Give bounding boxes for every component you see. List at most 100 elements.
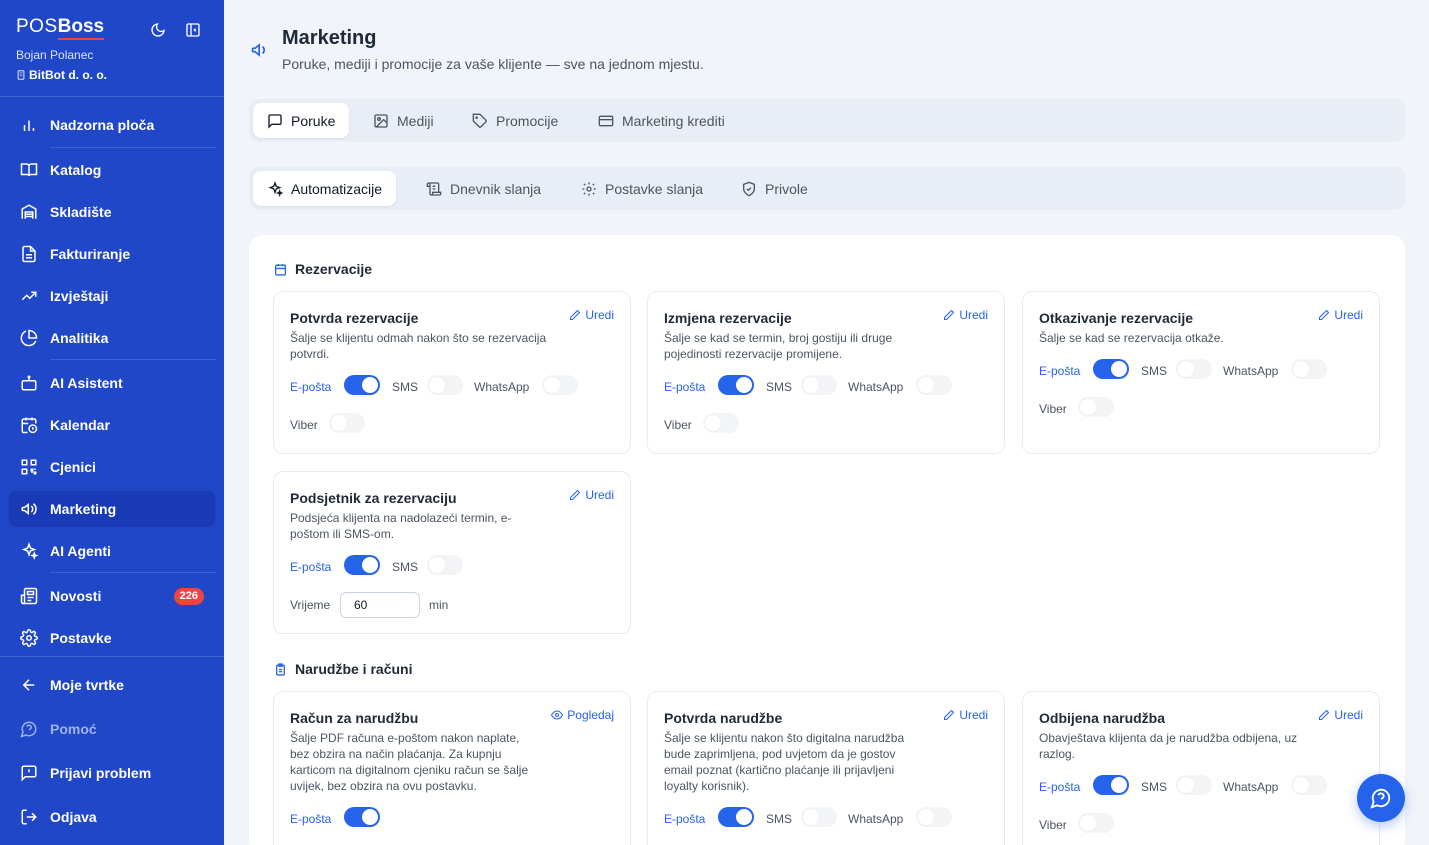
help-chat-icon [1370,788,1391,809]
pie-chart-icon [20,329,38,347]
tab-messages[interactable]: Poruke [253,103,350,138]
toggle-email[interactable] [344,555,380,575]
edit-button[interactable]: Uredi [1318,308,1363,322]
toggle-whatsapp[interactable] [1291,775,1327,795]
moon-icon[interactable] [150,22,166,38]
sidebar-item-label: Nadzorna ploča [50,117,155,133]
sidebar-item-marketing[interactable]: Marketing [8,490,216,528]
sidebar-item-ai-agents[interactable]: AI Agenti [8,532,216,570]
collapse-sidebar-icon[interactable] [185,22,201,38]
main-tabs: Poruke Mediji Promocije Marketing kredit… [249,99,1405,142]
tab-marketing-credits[interactable]: Marketing krediti [584,103,739,138]
sidebar-item-label: Novosti [50,588,102,604]
card-title: Podsjetnik za rezervaciju [290,490,457,506]
toggle-email[interactable] [344,375,380,395]
warehouse-icon [21,204,37,219]
tab-send-settings[interactable]: Postavke slanja [567,171,717,206]
tab-promotions[interactable]: Promocije [458,103,572,138]
tab-consents[interactable]: Privole [727,171,822,206]
toggle-viber[interactable] [1078,813,1114,833]
sidebar-item-my-companies[interactable]: Moje tvrtke [8,666,216,704]
brand-boss: Boss [57,16,105,40]
toggle-viber[interactable] [1078,397,1114,417]
tab-media[interactable]: Mediji [359,103,448,138]
toggle-whatsapp[interactable] [542,375,578,395]
card-title: Potvrda rezervacije [290,310,419,326]
toggle-sms[interactable] [427,555,463,575]
sidebar-item-help[interactable]: Pomoć [8,710,216,748]
tab-automations[interactable]: Automatizacije [253,171,397,206]
pencil-icon [944,309,955,320]
toggle-email[interactable] [1093,775,1129,795]
tab-label: Marketing krediti [622,112,725,129]
channel-label-email: E-pošta [290,812,332,826]
company-name[interactable]: BitBot d. o. o. [16,68,107,82]
pencil-icon [1319,709,1330,720]
section-reservations: Rezervacije [274,261,372,277]
tab-send-log[interactable]: Dnevnik slanja [412,171,555,206]
edit-button[interactable]: Uredi [569,488,614,502]
sidebar-item-invoicing[interactable]: Fakturiranje [8,235,216,273]
help-circle-icon [20,721,37,738]
building-icon [17,70,25,80]
reminder-time-input[interactable] [340,592,420,618]
pencil-icon [570,309,581,320]
view-button[interactable]: Pogledaj [551,708,614,722]
sidebar-item-news[interactable]: Novosti 226 [8,577,216,615]
pencil-icon [1319,309,1330,320]
megaphone-icon [251,43,265,57]
card-reservation-cancellation: Otkazivanje rezervacije Šalje se kad se … [1022,291,1380,454]
eye-icon [551,710,564,720]
edit-button[interactable]: Uredi [569,308,614,322]
channel-label-sms: SMS [766,812,793,826]
edit-button[interactable]: Uredi [943,708,988,722]
support-chat-button[interactable] [1357,774,1405,822]
toggle-whatsapp[interactable] [916,375,952,395]
sparkles-icon [21,542,38,560]
toggle-sms[interactable] [801,375,837,395]
channel-label-sms: SMS [766,380,793,394]
channel-label-sms: SMS [1141,364,1168,378]
toggle-email[interactable] [718,375,754,395]
toggle-email[interactable] [344,807,380,827]
toggle-email[interactable] [718,807,754,827]
toggle-viber[interactable] [329,413,365,433]
page-subtitle: Poruke, mediji i promocije za vaše klije… [282,56,704,72]
sidebar-item-label: Moje tvrtke [50,677,124,693]
toggle-whatsapp[interactable] [916,807,952,827]
sidebar-item-analytics[interactable]: Analitika [8,319,216,357]
tab-label: Automatizacije [291,180,383,197]
sidebar-item-dashboard[interactable]: Nadzorna ploča [8,106,216,144]
sidebar-item-price-lists[interactable]: Cjenici [8,448,216,486]
clipboard-icon [276,662,285,676]
channel-label-viber: Viber [664,418,692,432]
sidebar-item-label: Kalendar [50,417,110,433]
channel-label-sms: SMS [392,380,419,394]
brand-logo[interactable]: POSBoss [16,16,105,40]
toggle-email[interactable] [1093,359,1129,379]
toggle-viber[interactable] [703,413,739,433]
card-description: Obavještava klijenta da je narudžba odbi… [1039,731,1298,761]
sidebar-item-ai-assistant[interactable]: AI Asistent [8,364,216,402]
page-title: Marketing [282,27,377,49]
sidebar-item-warehouse[interactable]: Skladište [8,193,216,231]
sidebar-item-catalog[interactable]: Katalog [8,151,216,189]
message-alert-icon [21,765,37,782]
toggle-sms[interactable] [1176,775,1212,795]
toggle-sms[interactable] [801,807,837,827]
sidebar-item-logout[interactable]: Odjava [8,798,216,836]
sidebar-item-label: Katalog [50,162,102,178]
sidebar-item-report-problem[interactable]: Prijavi problem [8,754,216,792]
toggle-sms[interactable] [1176,359,1212,379]
edit-button[interactable]: Uredi [1318,708,1363,722]
sidebar-separator [50,572,216,573]
company-label: BitBot d. o. o. [29,68,107,82]
edit-button[interactable]: Uredi [943,308,988,322]
sidebar: POSBoss Bojan Polanec BitBot d. o. o. Na… [0,0,224,845]
toggle-sms[interactable] [427,375,463,395]
toggle-whatsapp[interactable] [1291,359,1327,379]
sidebar-item-reports[interactable]: Izvještaji [8,277,216,315]
sidebar-item-calendar[interactable]: Kalendar [8,406,216,444]
sidebar-item-settings[interactable]: Postavke [8,619,216,657]
pencil-icon [944,709,955,720]
